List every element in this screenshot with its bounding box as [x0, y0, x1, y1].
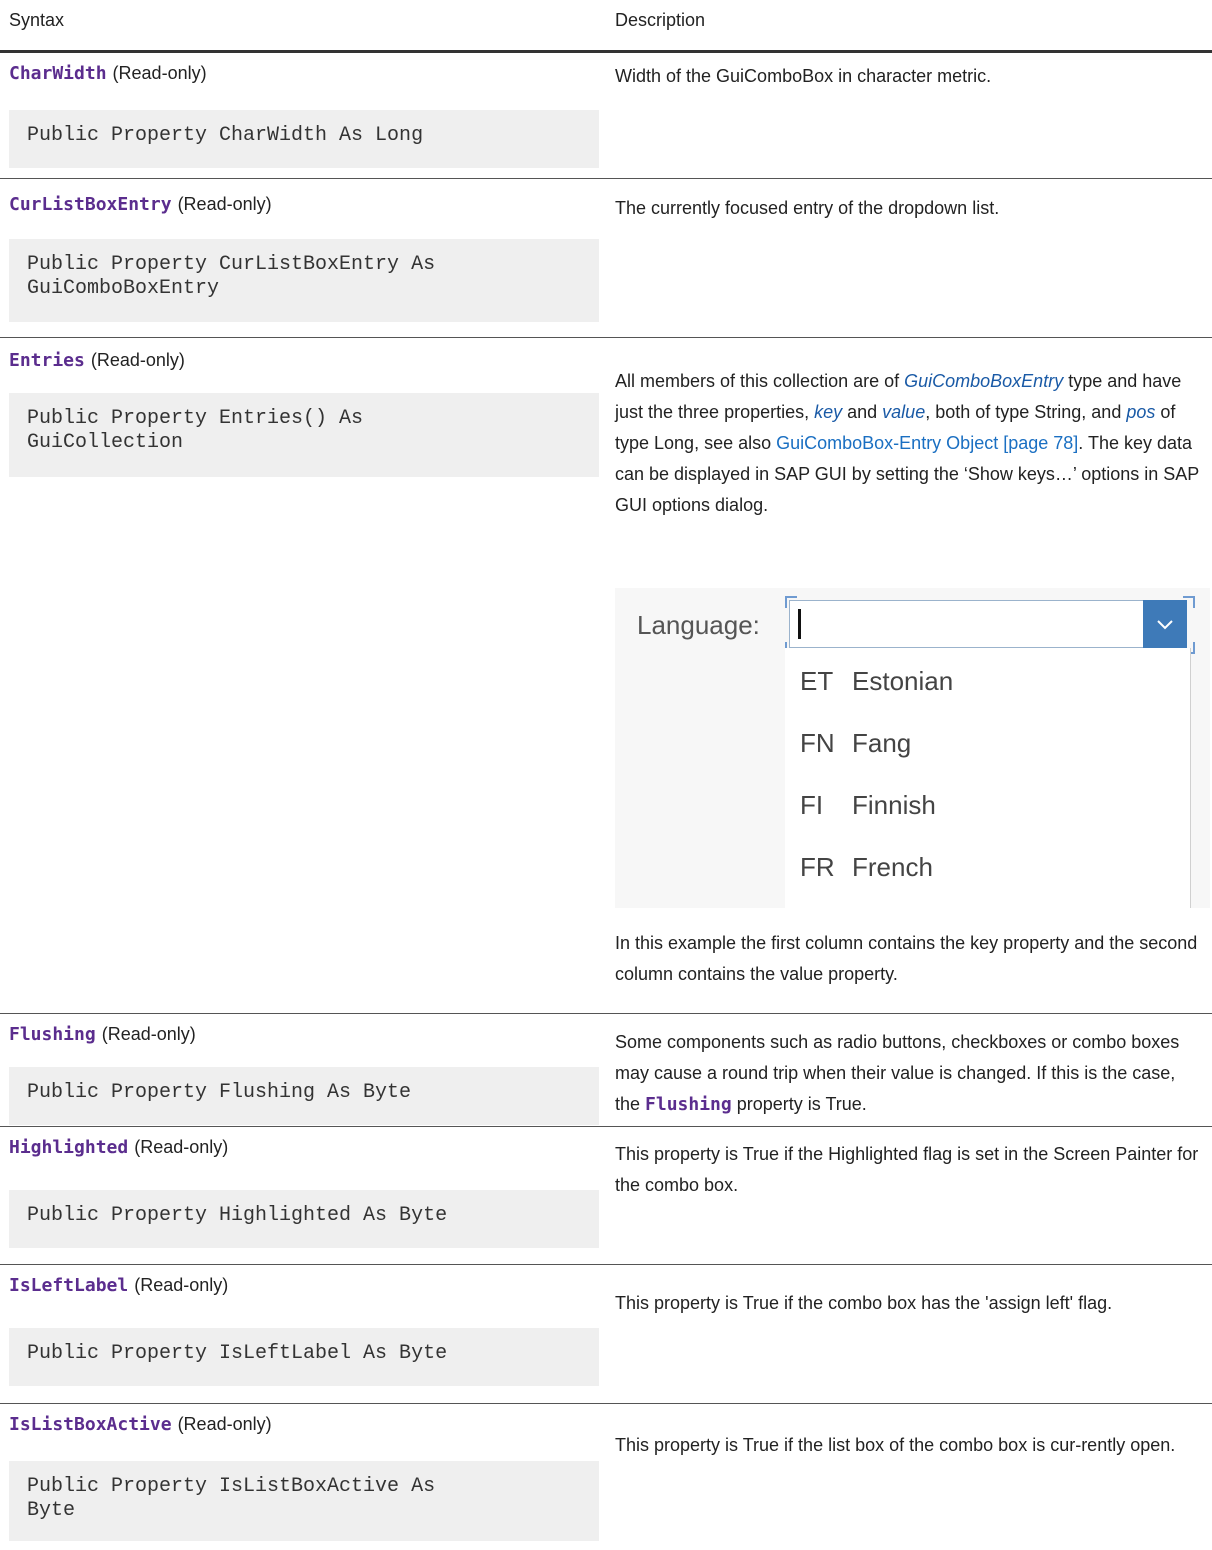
property-description: All members of this collection are of Gu… — [615, 366, 1200, 521]
property-heading: CurListBoxEntry (Read-only) — [9, 194, 272, 215]
list-item: FN Fang — [800, 728, 911, 759]
property-heading: IsListBoxActive (Read-only) — [9, 1414, 272, 1435]
entry-value: Finnish — [852, 790, 936, 820]
property-heading: IsLeftLabel (Read-only) — [9, 1275, 228, 1296]
table-row: IsListBoxActive (Read-only) Public Proper… — [0, 1404, 1212, 1550]
property-key: key — [814, 402, 843, 422]
property-name: Flushing — [9, 1024, 96, 1045]
entry-value: Estonian — [852, 666, 954, 696]
table-row: CurListBoxEntry (Read-only) Public Proper… — [0, 179, 1212, 338]
property-heading: Highlighted (Read-only) — [9, 1137, 228, 1158]
combobox-example-image: Language: ET Estonian FN Fang FI Finnish FR… — [615, 588, 1210, 908]
description-column-header: Description — [615, 10, 706, 30]
property-access: (Read-only) — [101, 1024, 196, 1044]
dropdown-list: ET Estonian FN Fang FI Finnish FR French — [785, 648, 1191, 908]
property-name: IsLeftLabel — [9, 1275, 129, 1296]
property-name: CharWidth — [9, 63, 107, 84]
property-name: Highlighted — [9, 1137, 129, 1158]
entry-value: French — [852, 852, 933, 882]
property-access: (Read-only) — [134, 1275, 229, 1295]
property-access: (Read-only) — [177, 194, 272, 214]
code-block: Public Property Flushing As Byte — [9, 1067, 599, 1125]
chevron-down-icon — [1157, 620, 1173, 630]
property-heading: Entries (Read-only) — [9, 350, 185, 371]
code-block: Public Property Entries() As GuiCollecti… — [9, 393, 599, 477]
dropdown-button — [1143, 600, 1187, 648]
property-name: Entries — [9, 350, 85, 371]
property-name: IsListBoxActive — [9, 1414, 172, 1435]
entry-key: ET — [800, 666, 834, 696]
description-text: property is True. — [731, 1094, 867, 1114]
code-block: Public Property Highlighted As Byte — [9, 1190, 599, 1248]
table-row: CharWidth (Read-only) Public Property Cha… — [0, 53, 1212, 179]
description-text: and — [842, 402, 883, 422]
property-pos: pos — [1126, 402, 1156, 422]
table-row: Flushing (Read-only) Public Property Flus… — [0, 1014, 1212, 1127]
code-block: Public Property IsListBoxActive As Byte — [9, 1461, 599, 1541]
guicomboboxentry-link[interactable]: GuiComboBox-Entry Object [page 78] — [776, 433, 1078, 453]
table-row: IsLeftLabel (Read-only) Public Property I… — [0, 1265, 1212, 1404]
description-text: All members of this collection are of — [615, 371, 905, 391]
focus-corner — [1183, 596, 1195, 608]
property-access: (Read-only) — [134, 1137, 229, 1157]
property-description: Width of the GuiComboBox in character me… — [615, 66, 992, 86]
entry-value: Fang — [852, 728, 912, 758]
property-description: This property is True if the combo box h… — [615, 1293, 1113, 1313]
property-description: This property is True if the Highlighted… — [615, 1144, 1199, 1195]
table-header: Syntax Description — [0, 0, 1212, 53]
entry-key: FR — [800, 852, 835, 882]
entry-key: FN — [800, 728, 835, 758]
example-caption: In this example the first column contain… — [615, 933, 1198, 984]
list-item: FI Finnish — [800, 790, 936, 821]
table-row: Highlighted (Read-only) Public Property H… — [0, 1127, 1212, 1265]
text-caret — [798, 609, 801, 639]
type-name: GuiComboBoxEntry — [904, 371, 1064, 391]
code-block: Public Property CharWidth As Long — [9, 110, 599, 168]
list-item: ET Estonian — [800, 666, 953, 697]
list-item: FR French — [800, 852, 933, 883]
language-label: Language: — [637, 610, 760, 640]
property-access: (Read-only) — [112, 63, 207, 83]
entry-key: FI — [800, 790, 824, 820]
language-combobox — [789, 600, 1187, 648]
property-description: Some components such as radio buttons, c… — [615, 1027, 1200, 1120]
property-access: (Read-only) — [177, 1414, 272, 1434]
property-access: (Read-only) — [90, 350, 185, 370]
property-value: value — [882, 402, 926, 422]
code-block: Public Property IsLeftLabel As Byte — [9, 1328, 599, 1386]
description-text: , both of type String, and — [925, 402, 1127, 422]
property-name-inline: Flushing — [645, 1094, 732, 1115]
property-name: CurListBoxEntry — [9, 194, 172, 215]
code-block: Public Property CurListBoxEntry As GuiCo… — [9, 239, 599, 322]
property-description: The currently focused entry of the dropd… — [615, 198, 1000, 218]
syntax-column-header: Syntax — [9, 10, 65, 30]
property-heading: Flushing (Read-only) — [9, 1024, 196, 1045]
property-description: This property is True if the list box of… — [615, 1435, 1176, 1455]
focus-corner — [785, 596, 797, 608]
property-heading: CharWidth (Read-only) — [9, 63, 207, 84]
